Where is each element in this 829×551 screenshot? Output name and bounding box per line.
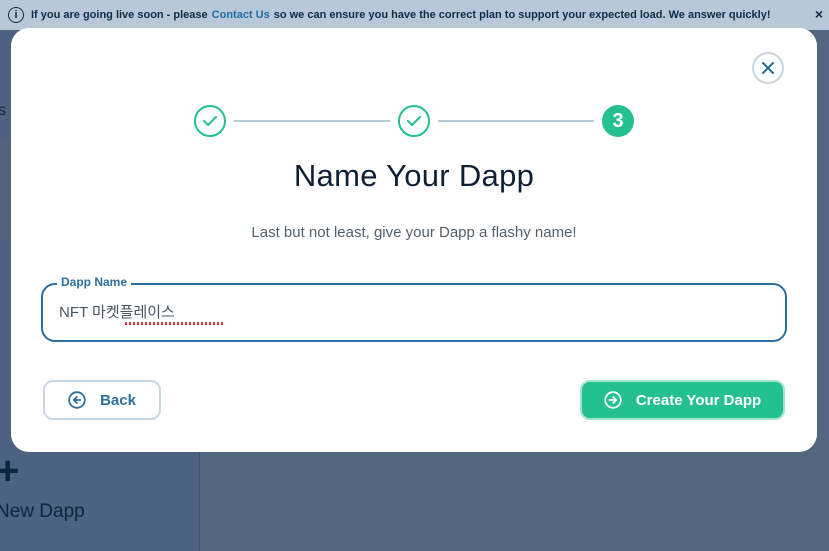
modal-subtitle: Last but not least, give your Dapp a fla… (251, 224, 577, 241)
modal-close-button[interactable] (752, 52, 784, 84)
arrow-left-circle-icon (68, 391, 86, 409)
spellcheck-underline (125, 322, 225, 325)
step-3-current: 3 (602, 105, 634, 137)
dapp-name-input[interactable] (59, 303, 759, 320)
new-dapp-label: New Dapp (0, 501, 85, 522)
new-dapp-button[interactable]: + New Dapp (0, 449, 85, 523)
create-dapp-modal: 3 Name Your Dapp Last but not least, giv… (11, 28, 817, 452)
dapp-name-field: Dapp Name (41, 275, 787, 342)
progress-stepper: 3 (194, 105, 634, 137)
contact-us-link[interactable]: Contact Us (212, 9, 270, 21)
create-dapp-button[interactable]: Create Your Dapp (580, 380, 785, 420)
banner-close-icon[interactable]: × (815, 6, 823, 22)
info-icon: i (8, 7, 24, 23)
dapp-name-label: Dapp Name (57, 275, 132, 289)
banner-text: If you are going live soon - please (31, 9, 208, 21)
step-2-complete (398, 105, 430, 137)
arrow-right-circle-icon (604, 391, 622, 409)
plus-icon: + (0, 449, 20, 493)
create-label: Create Your Dapp (635, 391, 762, 409)
step-connector (438, 120, 594, 122)
check-icon (407, 116, 421, 126)
back-label: Back (100, 391, 136, 409)
step-1-complete (194, 105, 226, 137)
check-icon (203, 116, 217, 126)
banner-text-after: so we can ensure you have the correct pl… (273, 9, 771, 21)
announcement-banner: i If you are going live soon - please Co… (0, 0, 829, 30)
sidebar-partial-text: s (0, 102, 6, 119)
close-icon (762, 62, 774, 74)
step-connector (234, 120, 390, 122)
modal-title: Name Your Dapp (293, 158, 535, 193)
back-button[interactable]: Back (43, 380, 161, 420)
